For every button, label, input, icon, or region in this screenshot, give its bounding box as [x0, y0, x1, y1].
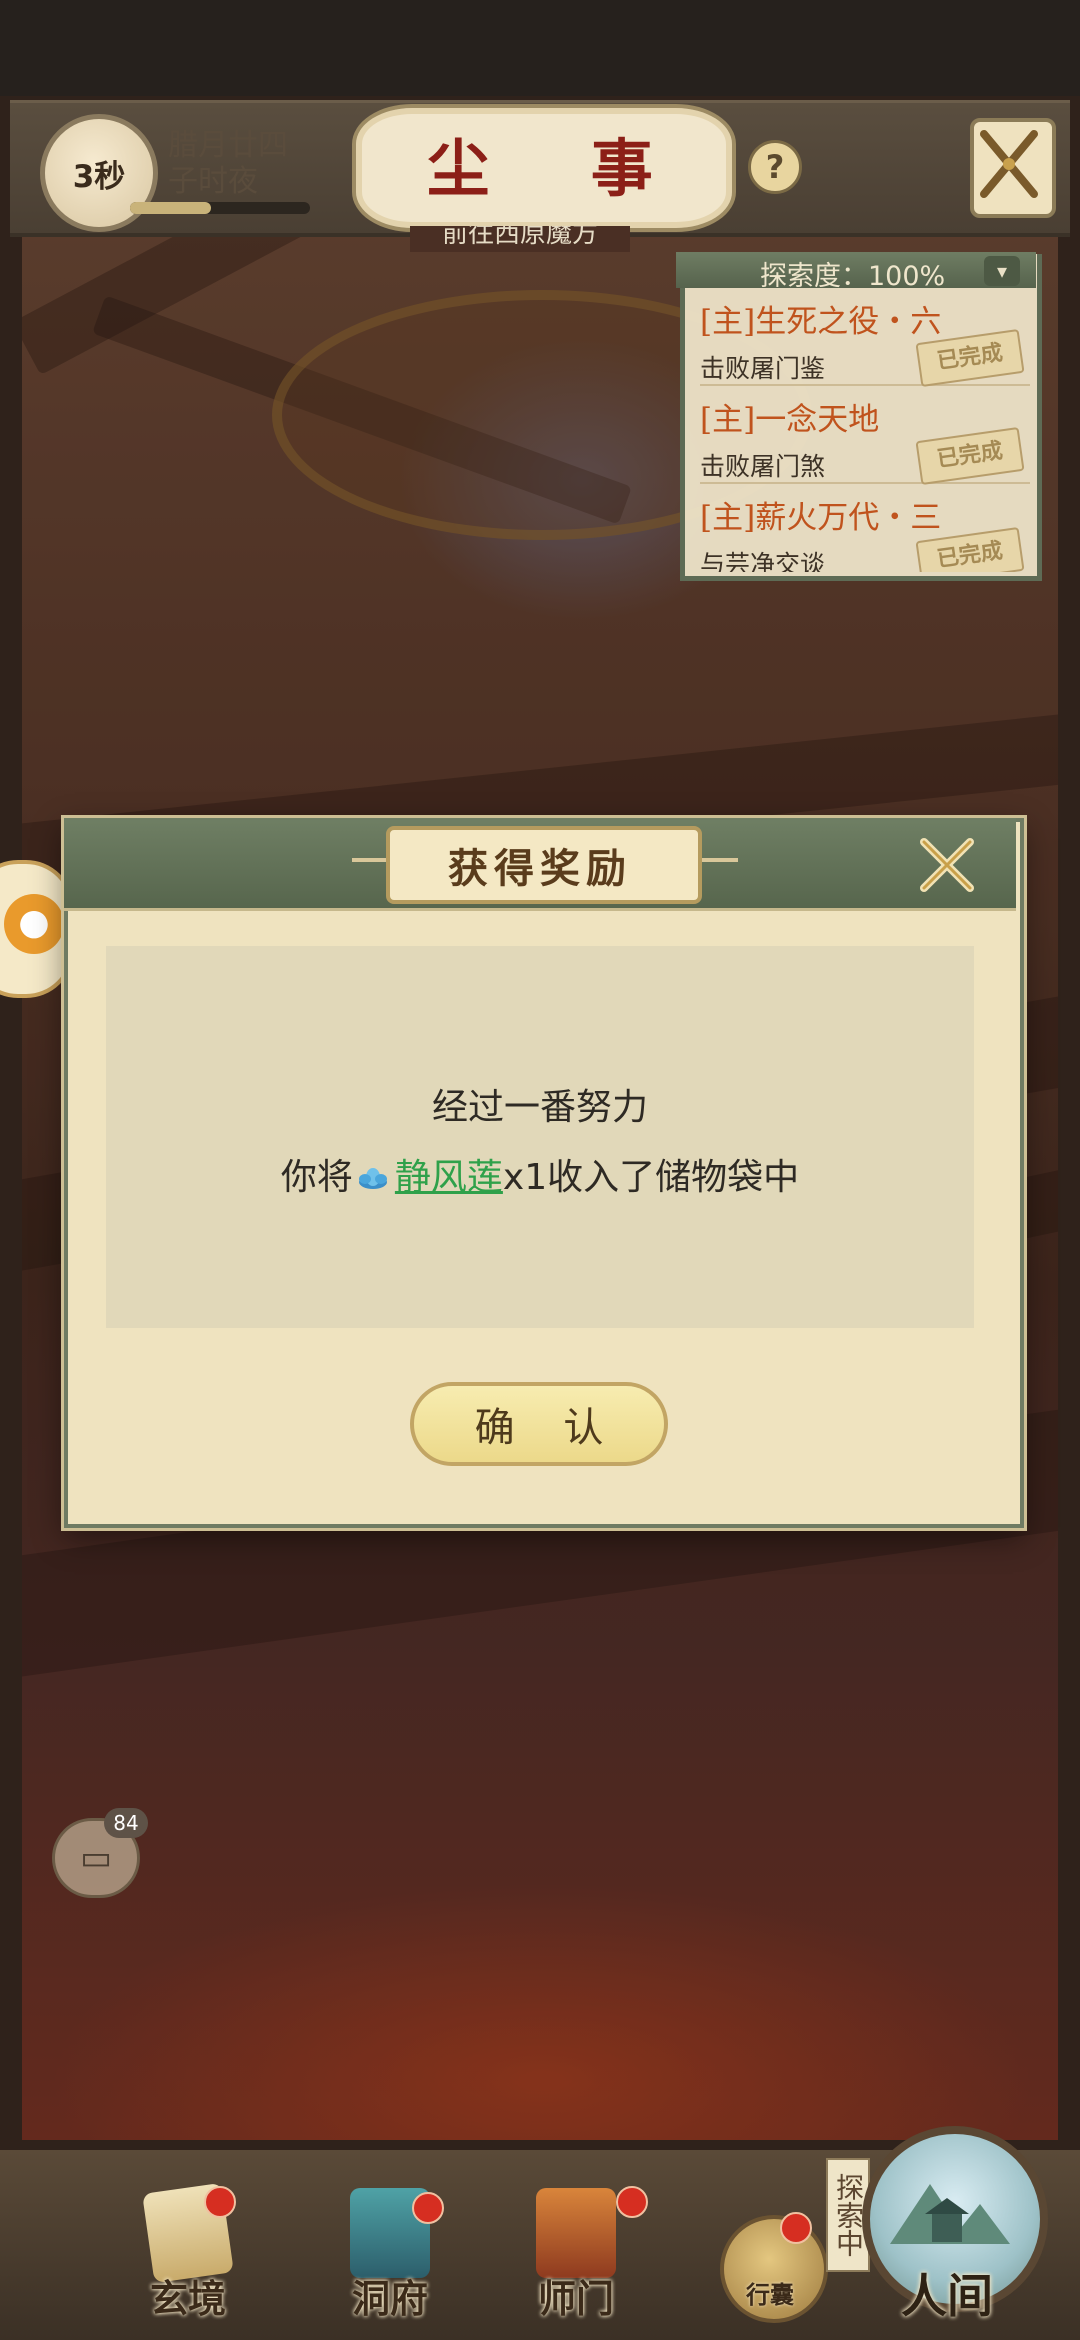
status-bar: [0, 0, 1080, 96]
notification-dot: [204, 2186, 236, 2218]
timer-text: 3秒: [72, 158, 126, 195]
confirm-button[interactable]: 确 认: [410, 1382, 668, 1466]
bag-label: 行囊: [746, 2281, 794, 2309]
notification-dot: [412, 2192, 444, 2224]
nav-label: 玄境: [149, 2276, 226, 2321]
quest-name: [主]薪火万代・三: [700, 500, 942, 536]
notification-dot: [616, 2186, 648, 2218]
chat-unread-badge: 84: [104, 1808, 148, 1838]
floating-menu-button[interactable]: ●: [0, 860, 74, 998]
chat-bubble-icon: ▭: [79, 1838, 113, 1878]
reward-item-link[interactable]: 静风莲: [395, 1157, 503, 1198]
exploration-progress: 探索度：100%: [760, 261, 946, 292]
quest-item[interactable]: [主]生死之役・六 击败屠门鉴 已完成: [700, 296, 1030, 388]
time-progress-fill: [130, 202, 211, 214]
banner-icon: [536, 2188, 616, 2278]
message-suffix: x1收入了储物袋中: [502, 1157, 800, 1198]
time-period: 子时夜: [168, 164, 258, 199]
timer-badge: 3秒: [40, 114, 158, 232]
reward-message-line1: 经过一番努力: [431, 1087, 648, 1128]
exit-button[interactable]: [970, 118, 1056, 218]
dialog-close-button[interactable]: [912, 830, 982, 900]
dialog-title: 获得奖励: [448, 845, 632, 892]
nav-item-shimen[interactable]: 师门: [516, 2180, 648, 2330]
nav-label: 师门: [537, 2276, 614, 2321]
message-prefix: 你将: [280, 1157, 353, 1198]
chevron-down-icon[interactable]: ▾: [984, 256, 1020, 286]
page-title: 尘 事: [427, 132, 693, 205]
nav-item-xuanjing[interactable]: 玄境: [128, 2180, 248, 2330]
notification-dot: [780, 2212, 812, 2244]
help-button[interactable]: ?: [748, 140, 802, 194]
quest-hint[interactable]: 前往西原魔方: [410, 226, 630, 252]
crossed-swords-icon: [980, 130, 1038, 198]
world-label: 人间: [901, 2269, 993, 2323]
gamepad-icon: ●: [4, 894, 64, 954]
quest-item[interactable]: [主]一念天地 击败屠门煞 已完成: [700, 394, 1030, 486]
time-progress-bar: [130, 202, 310, 214]
nav-item-dongfu[interactable]: 洞府: [330, 2180, 450, 2330]
lotus-icon: [357, 1160, 389, 1189]
quest-item[interactable]: [主]薪火万代・三 与芸净交谈 已完成: [700, 492, 1030, 572]
dialog-content-area: [106, 946, 974, 1328]
reward-message-line2: 你将 静风莲x1收入了储物袋中: [106, 1148, 974, 1200]
close-icon: [920, 838, 974, 892]
nav-label: 洞府: [351, 2276, 428, 2321]
